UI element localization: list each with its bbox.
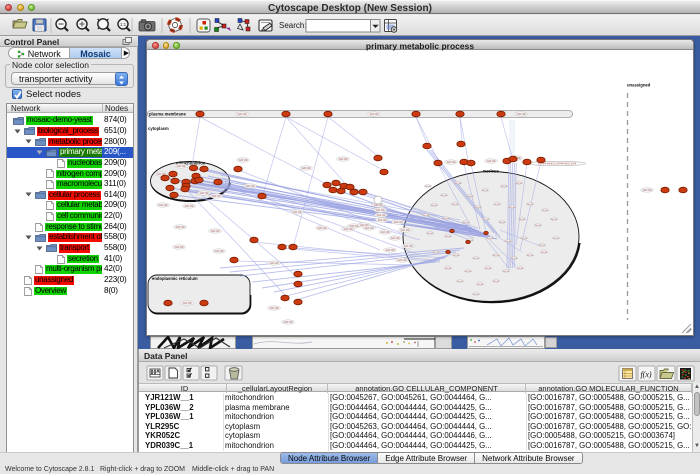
svg-text:GO:00: GO:00	[487, 238, 494, 240]
svg-text:GO:00: GO:00	[541, 252, 548, 254]
svg-text:GO:00: GO:00	[445, 236, 452, 238]
svg-text:GO:00: GO:00	[477, 284, 484, 286]
svg-text:GO:00: GO:00	[517, 112, 526, 116]
svg-text:GO:00: GO:00	[284, 320, 293, 324]
svg-text:GO:00: GO:00	[516, 183, 523, 185]
svg-text:GO:00: GO:00	[159, 203, 168, 207]
svg-text:GO:00: GO:00	[445, 268, 452, 270]
svg-text:GO:00: GO:00	[493, 281, 500, 283]
svg-text:GO:00: GO:00	[517, 268, 524, 270]
svg-text:GO:00: GO:00	[473, 258, 480, 260]
svg-text:GO:00: GO:00	[539, 245, 546, 247]
svg-text:GO:00: GO:00	[503, 271, 510, 273]
svg-text:GO:00: GO:00	[473, 294, 480, 296]
svg-text:Search:: Search:	[279, 21, 307, 30]
svg-text:GO:00: GO:00	[553, 238, 560, 240]
svg-text:GO:00: GO:00	[511, 258, 518, 260]
svg-text:GO:00: GO:00	[238, 112, 247, 116]
svg-text:GO:00: GO:00	[427, 233, 434, 235]
svg-text:GO:00: GO:00	[212, 194, 221, 198]
svg-text:GO:00: GO:00	[465, 271, 472, 273]
svg-text:GO:00: GO:00	[494, 204, 501, 206]
svg-text:GO:00: GO:00	[457, 281, 464, 283]
svg-text:cytoplasm: cytoplasm	[148, 126, 169, 131]
svg-text:GO:00: GO:00	[509, 207, 516, 209]
svg-text:GO:00: GO:00	[339, 157, 348, 161]
svg-text:GO:00: GO:00	[493, 255, 500, 257]
svg-text:GO:00: GO:00	[344, 227, 353, 231]
svg-text:GO:00: GO:00	[441, 195, 448, 197]
svg-text:GO:00: GO:00	[527, 255, 534, 257]
svg-text:GO:00: GO:00	[482, 190, 489, 192]
svg-text:1:1: 1:1	[120, 22, 127, 27]
svg-text:GO:00: GO:00	[453, 255, 460, 257]
svg-text:GO:00: GO:00	[377, 213, 386, 217]
svg-text:GO:00: GO:00	[177, 164, 186, 168]
svg-text:GO:00: GO:00	[433, 252, 440, 254]
svg-text:GO:00: GO:00	[483, 219, 490, 221]
svg-text:GO:0044464|GO:0044444|GO:0044: GO:0044464|GO:0044444|GO:0044	[538, 163, 577, 166]
svg-text:endoplasmic reticulum: endoplasmic reticulum	[152, 276, 198, 281]
svg-text:GO:00: GO:00	[185, 204, 194, 208]
svg-text:GO:00: GO:00	[183, 301, 192, 305]
svg-text:GO:00: GO:00	[270, 261, 279, 265]
svg-text:GO:00: GO:00	[505, 241, 512, 243]
svg-text:GO:00: GO:00	[386, 248, 395, 252]
svg-text:GO:00: GO:00	[394, 220, 403, 224]
svg-text:GO:00: GO:00	[239, 158, 248, 162]
svg-text:GO:00: GO:00	[270, 306, 279, 310]
svg-text:GO:00: GO:00	[365, 226, 374, 230]
svg-text:GO:00: GO:00	[425, 186, 432, 188]
svg-text:GO:00: GO:00	[501, 186, 508, 188]
svg-text:f(x): f(x)	[640, 370, 651, 379]
svg-text:GO:00: GO:00	[381, 230, 390, 234]
svg-text:GO:00: GO:00	[431, 205, 438, 207]
svg-text:GO:00: GO:00	[467, 196, 474, 198]
svg-text:GO:00: GO:00	[452, 204, 459, 206]
svg-text:GO:00: GO:00	[455, 183, 462, 185]
svg-text:GO:00: GO:00	[499, 222, 506, 224]
svg-text:GO:00: GO:00	[398, 258, 407, 262]
svg-text:GO:00: GO:00	[519, 219, 526, 221]
svg-text:GO:00: GO:00	[551, 219, 558, 221]
svg-text:plasma membrane: plasma membrane	[149, 112, 186, 117]
svg-text:GO:00: GO:00	[527, 204, 534, 206]
svg-text:GO:00: GO:00	[318, 226, 327, 230]
svg-text:GO:00: GO:00	[215, 249, 224, 253]
svg-text:GO:00: GO:00	[200, 191, 209, 195]
svg-text:GO:00: GO:00	[376, 208, 385, 212]
svg-text:GO:00: GO:00	[302, 166, 311, 170]
svg-text:GO:00: GO:00	[487, 159, 496, 163]
svg-text:GO:00: GO:00	[475, 207, 482, 209]
svg-text:GO:00: GO:00	[401, 228, 410, 232]
svg-text:GO:00: GO:00	[175, 245, 184, 249]
svg-text:GO:00: GO:00	[485, 268, 492, 270]
svg-text:GO:00: GO:00	[643, 188, 652, 192]
svg-text:GO:00: GO:00	[542, 210, 549, 212]
svg-text:unassigned: unassigned	[627, 83, 651, 88]
svg-text:GO:00: GO:00	[370, 112, 379, 116]
svg-text:GO:00: GO:00	[463, 222, 470, 224]
svg-text:GO:00: GO:00	[246, 184, 255, 188]
svg-text:GO:00: GO:00	[293, 210, 302, 214]
svg-text:GO:00: GO:00	[443, 218, 450, 220]
svg-text:GO:00: GO:00	[391, 236, 400, 240]
svg-text:GO:00: GO:00	[211, 229, 220, 233]
svg-text:GO:00: GO:00	[423, 215, 430, 217]
svg-text:nucleus: nucleus	[483, 169, 499, 174]
svg-text:GO:00: GO:00	[447, 160, 456, 164]
svg-text:GO:00: GO:00	[535, 225, 542, 227]
svg-text:GO:00: GO:00	[521, 238, 528, 240]
svg-text:GO:00: GO:00	[404, 244, 413, 248]
svg-text:GO:00: GO:00	[176, 225, 185, 229]
svg-text:GO:00: GO:00	[378, 218, 387, 222]
